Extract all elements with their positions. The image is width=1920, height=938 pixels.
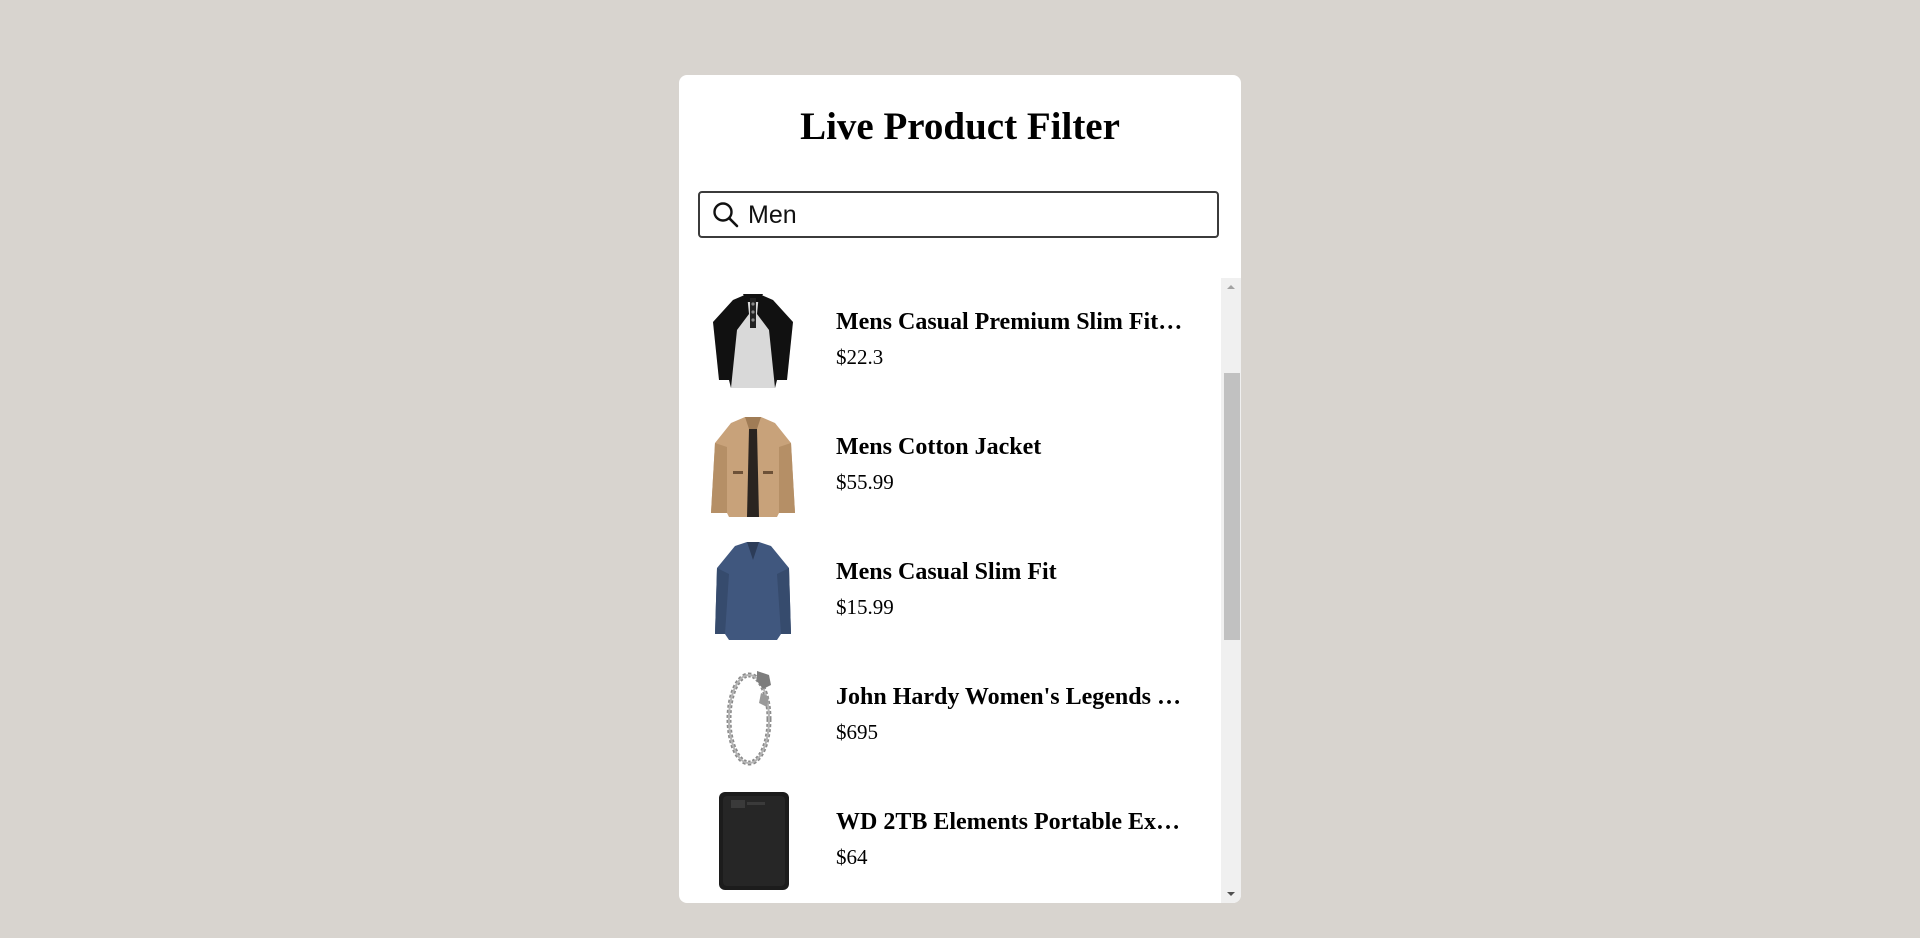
product-image: [713, 294, 793, 388]
scroll-down-arrow-icon[interactable]: [1221, 887, 1241, 901]
product-name: WD 2TB Elements Portable External Hard D…: [836, 809, 1186, 835]
product-item[interactable]: John Hardy Women's Legends Naga Gold & S…: [679, 653, 1221, 778]
product-price: $15.99: [836, 595, 894, 619]
scrollbar[interactable]: [1221, 278, 1241, 903]
search-box[interactable]: [698, 191, 1219, 238]
scrollbar-thumb[interactable]: [1224, 373, 1240, 640]
search-input[interactable]: [748, 197, 1208, 233]
product-price: $22.3: [836, 345, 884, 369]
product-image: [715, 542, 791, 640]
product-image: [711, 417, 795, 517]
product-name: Mens Cotton Jacket: [836, 434, 1042, 460]
product-price: $64: [836, 845, 868, 869]
search-icon: [713, 202, 739, 228]
product-image: [719, 792, 789, 890]
product-price: $55.99: [836, 470, 894, 494]
product-name: Mens Casual Premium Slim Fit T-Shirts: [836, 309, 1186, 335]
product-list[interactable]: Mens Casual Premium Slim Fit T-Shirts $2…: [679, 278, 1221, 903]
product-name: John Hardy Women's Legends Naga Gold & S…: [836, 684, 1186, 710]
product-item[interactable]: Mens Cotton Jacket $55.99: [679, 403, 1221, 528]
product-filter-card: Live Product Filter Mens Casual Premium …: [679, 75, 1241, 903]
scroll-up-arrow-icon[interactable]: [1221, 280, 1241, 294]
product-name: Mens Casual Slim Fit: [836, 559, 1057, 585]
product-price: $695: [836, 720, 878, 744]
page-title: Live Product Filter: [800, 105, 1120, 148]
product-item[interactable]: WD 2TB Elements Portable External Hard D…: [679, 778, 1221, 903]
product-item[interactable]: Mens Casual Premium Slim Fit T-Shirts $2…: [679, 278, 1221, 403]
product-image: [726, 671, 772, 766]
product-item[interactable]: Mens Casual Slim Fit $15.99: [679, 528, 1221, 653]
